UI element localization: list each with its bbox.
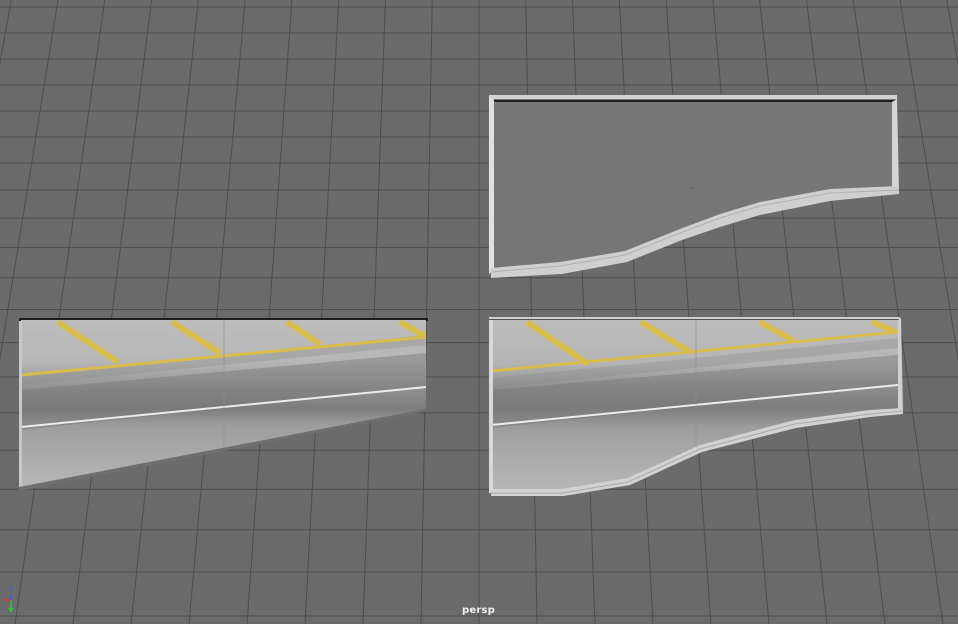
grid-line-vertical [805, 0, 886, 624]
grid-line-vertical [0, 0, 59, 362]
viewport-grid [0, 0, 958, 624]
grid-line-vertical [525, 0, 538, 624]
grid-line-vertical [14, 0, 106, 624]
grid-line-vertical [130, 0, 199, 624]
scene-canvas[interactable] [0, 0, 958, 624]
grid-line-vertical [618, 0, 654, 624]
grid-line-vertical [572, 0, 596, 624]
grid-line-vertical [362, 0, 386, 624]
grid-line-vertical [0, 0, 12, 66]
grid-line-vertical [946, 0, 958, 66]
grid-line-vertical [759, 0, 828, 624]
grid-line-vertical [420, 0, 433, 624]
grid-line-vertical [246, 0, 293, 624]
road-piece-textured-left[interactable] [19, 318, 428, 491]
grid-line-vertical [188, 0, 246, 624]
grid-line-vertical [665, 0, 712, 624]
camera-name-label: persp [462, 605, 495, 616]
grid-line-vertical [852, 0, 944, 624]
grid-line-vertical [304, 0, 340, 624]
road-piece-textured-right[interactable] [489, 317, 904, 496]
grid-line-vertical [712, 0, 770, 624]
axis-gizmo [4, 594, 14, 613]
maya-persp-viewport[interactable]: z persp [0, 0, 958, 624]
grid-line-vertical [899, 0, 958, 362]
axis-z-label: z [9, 584, 14, 593]
grid-line-vertical [72, 0, 153, 624]
